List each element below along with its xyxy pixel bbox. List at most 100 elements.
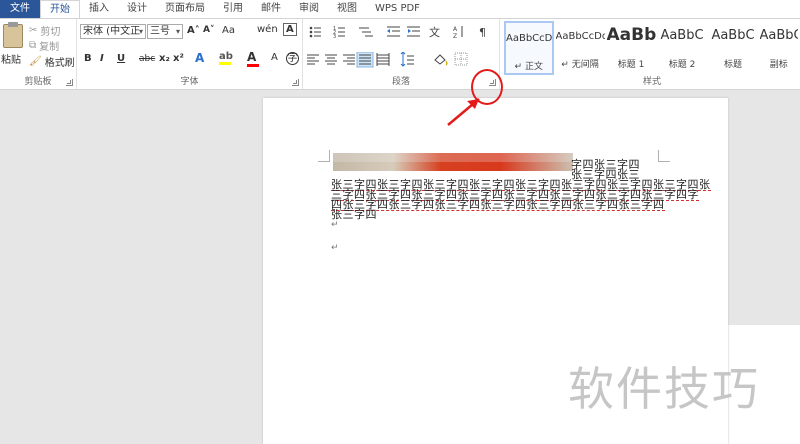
svg-text:Z: Z bbox=[453, 33, 457, 40]
change-case-button[interactable]: Aa bbox=[222, 25, 235, 36]
style-sample: AaBbC bbox=[711, 28, 755, 43]
copy-icon: ⧉ bbox=[29, 40, 37, 51]
bold-button[interactable]: B bbox=[84, 53, 92, 64]
svg-text:A: A bbox=[453, 26, 458, 33]
tab-review[interactable]: 审阅 bbox=[290, 0, 328, 18]
tab-home[interactable]: 开始 bbox=[40, 0, 80, 19]
ribbon: 粘贴 ✂ 剪切 ⧉ 复制 🖌 格式刷 剪贴板 宋体 (中文正 ▾ 三号 ▾ A˄… bbox=[0, 18, 800, 90]
superscript-button[interactable]: x² bbox=[173, 53, 184, 64]
enclose-character-button[interactable]: 字 bbox=[286, 52, 299, 65]
style-sample: AaBbC bbox=[660, 28, 704, 43]
style-sample: AaBbC bbox=[759, 28, 799, 43]
text-effects-button[interactable]: A bbox=[195, 51, 204, 65]
margin-corner-top-right bbox=[658, 150, 670, 162]
style-title[interactable]: AaBbC 标题 bbox=[709, 21, 758, 75]
text-line: 四张三字四张三字四张三字四张三字四张三字四张三字四张三字四 bbox=[331, 198, 665, 211]
bullets-icon[interactable] bbox=[309, 26, 321, 38]
multilevel-list-icon[interactable] bbox=[359, 27, 373, 37]
tab-references[interactable]: 引用 bbox=[214, 0, 252, 18]
shading-icon[interactable] bbox=[434, 54, 448, 66]
underline-button[interactable]: U bbox=[117, 53, 125, 64]
align-left-icon[interactable] bbox=[307, 54, 319, 65]
style-normal[interactable]: AaBbCcDd ↵ 正文 bbox=[504, 21, 554, 75]
document-canvas: 字四张三字四 张三字四张三 张三字四张三字四张三字四张三字四张三字四张三字四张三… bbox=[0, 91, 800, 444]
char-shading-button[interactable]: A bbox=[271, 52, 278, 63]
font-size-select[interactable]: 三号 ▾ bbox=[147, 24, 183, 39]
clipboard-group-label: 剪贴板 bbox=[24, 77, 52, 87]
tab-insert[interactable]: 插入 bbox=[80, 0, 118, 18]
highlighter-icon: ab bbox=[219, 51, 233, 62]
annotation-arrow-icon bbox=[447, 98, 480, 126]
distributed-icon[interactable] bbox=[376, 53, 390, 66]
style-sample: AaBbCcDd bbox=[506, 33, 552, 44]
style-name: 标题 2 bbox=[668, 60, 696, 70]
tab-page-layout[interactable]: 页面布局 bbox=[156, 0, 214, 18]
font-size-value: 三号 bbox=[150, 26, 170, 37]
format-painter-label: 格式刷 bbox=[44, 58, 75, 69]
clipboard-dialog-launcher[interactable] bbox=[66, 79, 73, 86]
style-heading-1[interactable]: AaBb 标题 1 bbox=[607, 21, 656, 75]
show-marks-icon[interactable]: ¶ bbox=[479, 26, 486, 39]
style-heading-2[interactable]: AaBbC 标题 2 bbox=[658, 21, 707, 75]
margin-corner-top-left bbox=[318, 150, 330, 162]
svg-text:3: 3 bbox=[333, 34, 336, 40]
copy-button[interactable]: ⧉ 复制 bbox=[29, 38, 59, 53]
align-center-icon[interactable] bbox=[325, 54, 337, 65]
highlight-color-swatch bbox=[219, 62, 231, 65]
paragraph-toolbar-row1: 1 2 3 文 AZ ¶ bbox=[309, 25, 486, 40]
line-spacing-icon[interactable] bbox=[400, 52, 414, 67]
cut-label: 剪切 bbox=[40, 27, 61, 38]
justify-icon[interactable] bbox=[356, 52, 374, 68]
svg-text:¶: ¶ bbox=[479, 26, 486, 39]
copy-label: 复制 bbox=[39, 42, 60, 53]
shrink-font-button[interactable]: A˅ bbox=[203, 25, 214, 35]
styles-group-label: 样式 bbox=[642, 77, 661, 87]
italic-button[interactable]: I bbox=[100, 53, 104, 64]
subscript-button[interactable]: x₂ bbox=[159, 53, 170, 64]
highlight-button[interactable]: ab bbox=[219, 51, 233, 65]
style-sample: AaBb bbox=[606, 25, 656, 45]
font-color-button[interactable]: A bbox=[247, 50, 259, 67]
decrease-indent-icon[interactable] bbox=[387, 26, 400, 37]
svg-text:文: 文 bbox=[429, 25, 440, 39]
phonetic-guide-icon[interactable]: wén bbox=[257, 24, 278, 35]
paragraph-mark: ↵ bbox=[331, 243, 339, 253]
styles-gallery: AaBbCcDd ↵ 正文 AaBbCcDd ↵ 无间隔 AaBb 标题 1 A… bbox=[504, 21, 800, 75]
tab-design[interactable]: 设计 bbox=[118, 0, 156, 18]
paste-button[interactable]: 粘贴 bbox=[0, 19, 26, 71]
numbering-icon[interactable]: 1 2 3 bbox=[333, 26, 345, 40]
style-subtitle[interactable]: AaBbC 副标 bbox=[760, 21, 799, 75]
tab-wps-pdf[interactable]: WPS PDF bbox=[366, 0, 429, 18]
font-name-select[interactable]: 宋体 (中文正 ▾ bbox=[80, 24, 146, 39]
style-name: 标题 1 bbox=[617, 60, 645, 70]
style-no-spacing[interactable]: AaBbCcDd ↵ 无间隔 bbox=[556, 21, 605, 75]
format-painter-button[interactable]: 🖌 格式刷 bbox=[29, 54, 75, 69]
paragraph-toolbar-row2 bbox=[307, 52, 468, 68]
grow-font-button[interactable]: A˄ bbox=[187, 25, 200, 36]
character-border-button[interactable]: A bbox=[283, 23, 297, 36]
font-name-value: 宋体 (中文正 bbox=[83, 26, 141, 37]
font-group: 宋体 (中文正 ▾ 三号 ▾ A˄ A˅ Aa wén A B I U abc … bbox=[77, 19, 303, 89]
paragraph-group-label: 段落 bbox=[391, 77, 410, 87]
font-dialog-launcher[interactable] bbox=[292, 79, 299, 86]
paragraph-mark: ↵ bbox=[331, 220, 339, 230]
align-right-icon[interactable] bbox=[343, 54, 355, 65]
brush-icon: 🖌 bbox=[29, 56, 42, 67]
cut-button[interactable]: ✂ 剪切 bbox=[29, 23, 60, 38]
scissors-icon: ✂ bbox=[29, 25, 38, 36]
font-color-icon: A bbox=[247, 50, 257, 64]
sort-icon[interactable]: AZ bbox=[453, 26, 463, 40]
increase-indent-icon[interactable] bbox=[407, 26, 420, 37]
chinese-layout-icon[interactable]: 文 bbox=[429, 25, 440, 39]
style-name: 副标 bbox=[769, 60, 788, 70]
inline-photo[interactable] bbox=[333, 153, 573, 171]
strikethrough-button[interactable]: abc bbox=[139, 54, 155, 64]
tab-file[interactable]: 文件 bbox=[0, 0, 40, 18]
borders-icon[interactable] bbox=[454, 52, 468, 66]
tab-view[interactable]: 视图 bbox=[328, 0, 366, 18]
font-group-label: 字体 bbox=[180, 77, 199, 87]
style-sample: AaBbCcDd bbox=[555, 31, 605, 42]
word-window: 文件 开始 插入 设计 页面布局 引用 邮件 审阅 视图 WPS PDF 粘贴 … bbox=[0, 0, 800, 444]
tab-mailings[interactable]: 邮件 bbox=[252, 0, 290, 18]
chevron-down-icon: ▾ bbox=[175, 27, 180, 36]
